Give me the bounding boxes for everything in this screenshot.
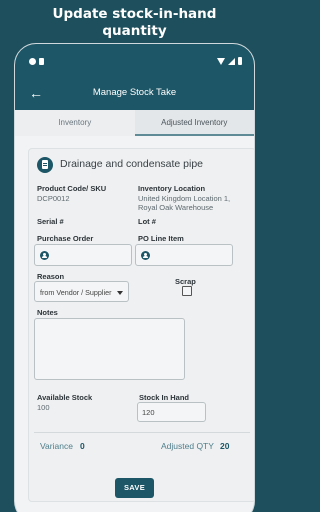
status-icons-left	[29, 58, 44, 65]
phone-frame: ← Manage Stock Take Inventory Adjusted I…	[14, 43, 255, 512]
stock-take-card: Drainage and condensate pipe Product Cod…	[28, 148, 254, 502]
inventory-location-label: Inventory Location	[138, 184, 206, 193]
scrap-checkbox[interactable]	[182, 286, 192, 296]
battery-icon	[238, 57, 242, 65]
variance-label: Variance	[40, 441, 73, 451]
product-code-label: Product Code/ SKU	[37, 184, 107, 193]
notification-icon	[29, 58, 36, 65]
page-title: Manage Stock Take	[92, 87, 177, 98]
document-icon	[37, 157, 53, 173]
purchase-order-label: Purchase Order	[37, 234, 94, 243]
variance-value: 0	[80, 441, 85, 451]
save-button[interactable]: SAVE	[115, 478, 154, 498]
serial-label: Serial #	[37, 217, 64, 226]
notes-label: Notes	[37, 308, 58, 317]
lot-label: Lot #	[138, 217, 156, 226]
scrap-label: Scrap	[175, 277, 196, 286]
inventory-location-line1: United Kingdom Location 1,	[138, 194, 231, 203]
headline-line1: Update stock-in-hand	[52, 6, 217, 22]
sim-icon	[39, 58, 44, 65]
divider	[34, 432, 250, 433]
status-bar	[15, 44, 254, 78]
signal-icon	[228, 57, 235, 65]
reason-label: Reason	[37, 272, 65, 281]
stock-in-hand-input[interactable]: 120	[137, 402, 206, 422]
product-code-value: DCP0012	[37, 194, 70, 203]
chevron-down-icon	[117, 291, 123, 295]
tab-inventory[interactable]: Inventory	[15, 110, 135, 136]
stock-in-hand-label: Stock In Hand	[139, 393, 190, 402]
tab-bar: Inventory Adjusted Inventory	[15, 110, 254, 136]
reason-select[interactable]: from Vendor / Supplier	[34, 281, 129, 302]
person-icon	[141, 251, 150, 260]
adjusted-qty-value: 20	[220, 441, 230, 451]
headline: Update stock-in-hand quantity	[0, 6, 269, 40]
notes-textarea[interactable]	[34, 318, 185, 380]
selected-tab-indicator	[134, 134, 254, 136]
status-icons-right	[217, 57, 242, 65]
po-line-item-input[interactable]	[135, 244, 233, 266]
app-bar: ← Manage Stock Take	[15, 78, 254, 110]
tab-adjusted-inventory[interactable]: Adjusted Inventory	[134, 110, 254, 136]
stock-in-hand-value: 120	[142, 408, 155, 417]
purchase-order-input[interactable]	[34, 244, 132, 266]
available-stock-label: Available Stock	[37, 393, 93, 402]
inventory-location-line2: Royal Oak Warehouse	[138, 203, 214, 212]
headline-line2: quantity	[102, 23, 167, 39]
product-name: Drainage and condensate pipe	[60, 158, 204, 170]
person-icon	[40, 251, 49, 260]
available-stock-value: 100	[37, 403, 50, 412]
po-line-item-label: PO Line Item	[138, 234, 184, 243]
adjusted-qty-label: Adjusted QTY	[161, 441, 214, 451]
wifi-icon	[217, 57, 225, 65]
reason-selected-value: from Vendor / Supplier	[40, 288, 112, 297]
